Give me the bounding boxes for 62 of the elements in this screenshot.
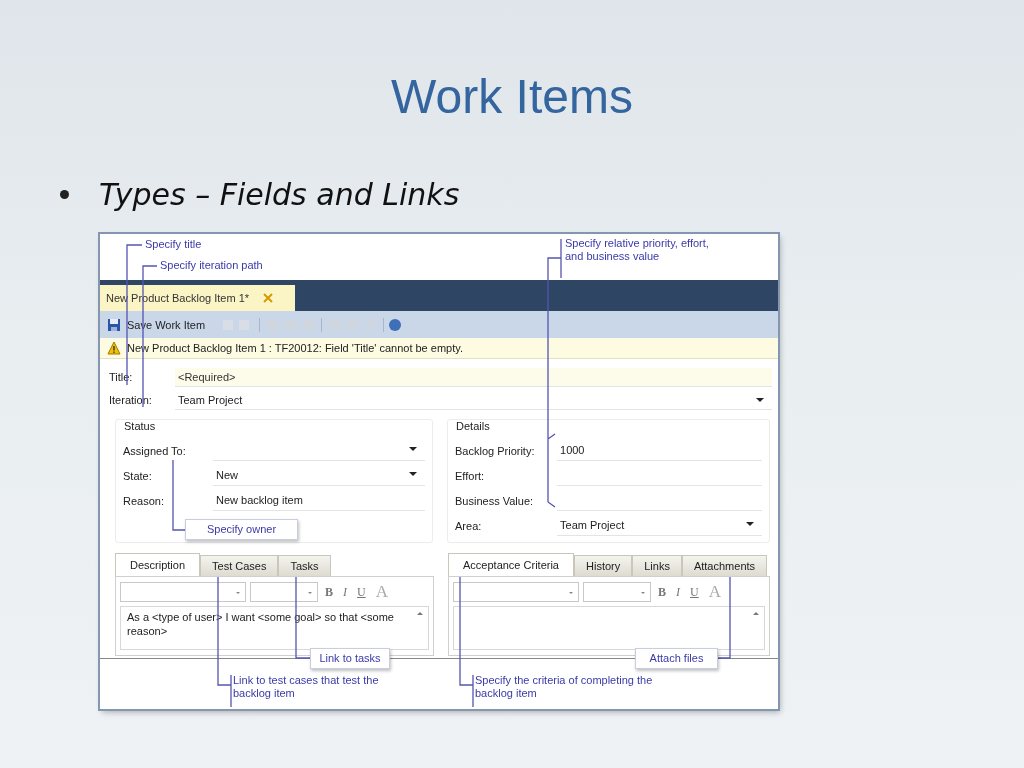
caret-icon [409, 447, 417, 451]
tab[interactable]: History [574, 555, 633, 576]
caret-icon [641, 592, 645, 594]
dropdown-field[interactable]: Team Project [557, 515, 762, 536]
caret-icon [308, 592, 312, 594]
tab[interactable]: Tasks [278, 555, 331, 576]
callout-text: Specify the criteria of completing the backlog item [475, 674, 654, 700]
field-label: State: [123, 469, 153, 482]
save-button[interactable]: Save Work Item [125, 318, 208, 331]
field-label: Backlog Priority: [455, 444, 536, 457]
warning-icon [107, 341, 121, 355]
group-heading: Details [456, 420, 490, 432]
tab[interactable]: Links [632, 555, 682, 576]
dropdown-field[interactable]: New [213, 465, 425, 486]
size-dropdown[interactable] [250, 582, 318, 602]
input-field[interactable]: 1000 [557, 440, 762, 461]
tab[interactable]: Description [115, 553, 201, 576]
caret-icon [756, 397, 764, 402]
warning-message: New Product Backlog Item 1 : TF20012: Field 'Title' cannot be empty. [127, 342, 463, 354]
caret-icon [746, 522, 754, 526]
font-dropdown[interactable] [453, 582, 579, 602]
callout-text: Specify title [145, 238, 203, 251]
size-dropdown[interactable] [583, 582, 651, 602]
callout-label: Link to tasks [310, 648, 390, 669]
callout-text: Specify relative priority, effort, and business value [565, 237, 710, 263]
input-field[interactable]: New backlog item [213, 490, 425, 511]
font-dropdown[interactable] [120, 582, 246, 602]
tab[interactable]: Attachments [681, 555, 768, 576]
document-tab[interactable]: New Product Backlog Item 1* [100, 285, 295, 311]
caret-icon [409, 472, 417, 476]
format-button[interactable]: U [354, 584, 369, 600]
caret-icon [569, 592, 573, 594]
callout-label: Attach files [635, 648, 718, 669]
scroll-up-icon[interactable] [753, 612, 759, 615]
close-icon[interactable] [263, 293, 274, 303]
field-label: Area: [455, 519, 483, 532]
bullet-icon [60, 189, 69, 199]
tab[interactable]: Acceptance Criteria [448, 553, 574, 576]
field-label: Assigned To: [123, 444, 187, 457]
format-button[interactable]: I [340, 584, 350, 600]
format-button[interactable]: B [655, 584, 669, 600]
format-button[interactable]: B [322, 584, 336, 600]
scroll-up-icon[interactable] [417, 612, 423, 615]
slide-title: Work Items [390, 69, 634, 125]
caret-icon [236, 592, 240, 594]
field-label: Iteration: [109, 394, 153, 406]
field-label: Reason: [123, 494, 165, 507]
callout-label: Specify owner [185, 519, 298, 540]
save-icon[interactable] [107, 317, 121, 332]
group-heading: Status [124, 420, 156, 432]
callout-text: Link to test cases that test the backlog item [233, 674, 380, 700]
field-label: Effort: [455, 469, 486, 482]
bullet-text: Types – Fields and Links [99, 176, 460, 212]
input-field[interactable]: <Required> [175, 367, 772, 387]
callout-text: Specify iteration path [160, 259, 264, 272]
format-button[interactable]: I [673, 584, 683, 600]
leader-line [172, 459, 186, 531]
field-label: Business Value: [455, 494, 535, 507]
field-label: Title: [109, 371, 134, 383]
dropdown-field[interactable]: Team Project [175, 390, 772, 410]
format-button[interactable]: U [687, 584, 702, 600]
tab[interactable]: Test Cases [200, 555, 279, 576]
